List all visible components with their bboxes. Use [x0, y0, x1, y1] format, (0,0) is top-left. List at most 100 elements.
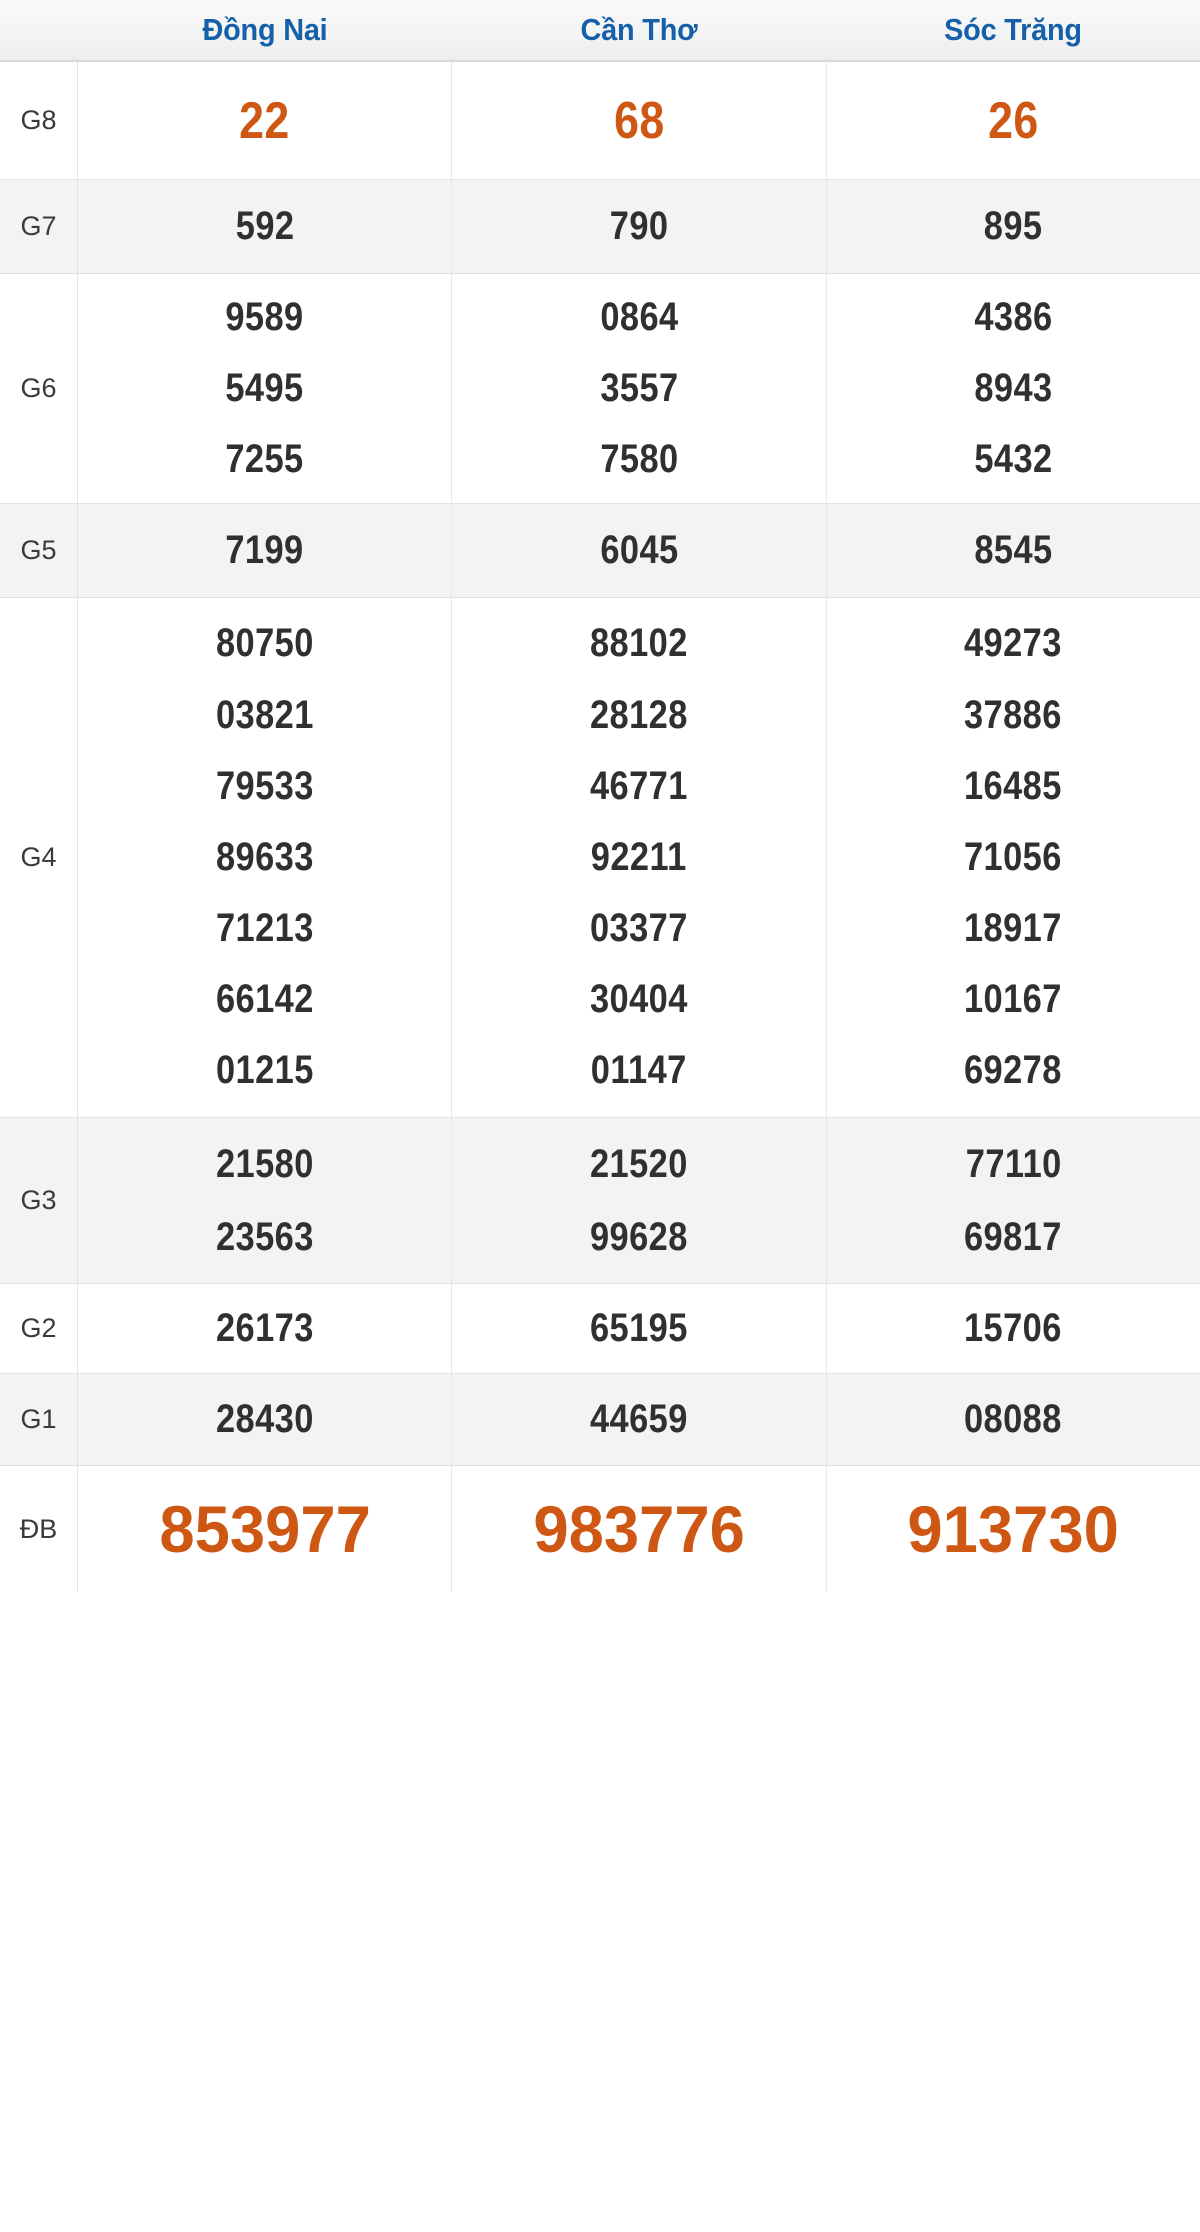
lottery-number: 983776 — [533, 1492, 745, 1566]
prize-row-g1: G1 28430 44659 08088 — [0, 1374, 1200, 1466]
lottery-number: 913730 — [907, 1492, 1120, 1566]
column-header-province-1[interactable]: Đồng Nai — [91, 0, 439, 60]
lottery-number: 37886 — [964, 692, 1063, 737]
prize-cell-g1-col2: 44659 — [452, 1374, 827, 1465]
prize-cell-g2-col3: 15706 — [827, 1284, 1200, 1373]
lottery-number: 46771 — [590, 763, 688, 808]
lottery-number: 49273 — [964, 621, 1063, 666]
lottery-number: 71213 — [215, 906, 314, 951]
lottery-number: 21520 — [590, 1141, 688, 1186]
prize-label-g5: G5 — [0, 504, 78, 597]
prize-row-g7: G7 592 790 895 — [0, 180, 1200, 274]
lottery-number: 65195 — [590, 1306, 688, 1351]
lottery-number: 7199 — [225, 528, 304, 573]
prize-cell-g1-col1: 28430 — [78, 1374, 453, 1465]
header-label-spacer — [0, 0, 78, 60]
column-header-province-2[interactable]: Cần Thơ — [465, 0, 813, 60]
lottery-number: 21580 — [215, 1141, 314, 1186]
prize-row-đb: ĐB 853977 983776 913730 — [0, 1466, 1200, 1592]
prize-label-g6: G6 — [0, 274, 78, 503]
lottery-number: 22 — [239, 91, 290, 150]
lottery-number: 03821 — [215, 692, 314, 737]
prize-label-g7: G7 — [0, 180, 78, 273]
prize-cell-g3-col1: 21580 23563 — [78, 1118, 453, 1283]
prize-row-g8: G8 22 68 26 — [0, 62, 1200, 180]
prize-row-g6: G6 9589 5495 7255 0864 3557 7580 4386 8943 5432 — [0, 274, 1200, 504]
lottery-number: 44659 — [590, 1397, 688, 1442]
lottery-number: 89633 — [215, 834, 314, 879]
lottery-number: 66142 — [215, 977, 314, 1022]
prize-cell-g8-col2: 68 — [452, 62, 827, 179]
lottery-number: 69278 — [964, 1048, 1063, 1093]
prize-label-g4: G4 — [0, 598, 78, 1117]
lottery-number: 68 — [613, 91, 665, 150]
prize-cell-g6-col1: 9589 5495 7255 — [78, 274, 453, 503]
prize-cell-g4-col3: 49273 37886 16485 71056 18917 10167 69278 — [827, 598, 1200, 1117]
lottery-number: 5495 — [225, 365, 304, 410]
lottery-number: 3557 — [599, 365, 679, 410]
prize-row-g5: G5 7199 6045 8545 — [0, 504, 1200, 598]
lottery-number: 28128 — [590, 692, 688, 737]
lottery-number: 4386 — [974, 294, 1053, 339]
lottery-number: 790 — [609, 204, 669, 249]
lottery-number: 99628 — [590, 1214, 688, 1259]
prize-cell-đb-col3: 913730 — [827, 1466, 1200, 1592]
column-header-province-3[interactable]: Sóc Trăng — [839, 0, 1187, 60]
prize-cell-g5-col3: 8545 — [827, 504, 1200, 597]
lottery-number: 10167 — [964, 977, 1063, 1022]
lottery-number: 0864 — [599, 294, 679, 339]
lottery-number: 9589 — [225, 294, 304, 339]
prize-row-g2: G2 26173 65195 15706 — [0, 1284, 1200, 1374]
lottery-number: 895 — [983, 204, 1043, 249]
lottery-number: 7255 — [225, 437, 304, 482]
prize-row-g4: G4 80750 03821 79533 89633 71213 66142 01215 881… — [0, 598, 1200, 1118]
lottery-number: 15706 — [964, 1306, 1063, 1351]
table-header-row: Đồng Nai Cần Thơ Sóc Trăng — [0, 0, 1200, 62]
prize-cell-g2-col1: 26173 — [78, 1284, 453, 1373]
lottery-number: 592 — [235, 204, 295, 249]
prize-cell-g1-col3: 08088 — [827, 1374, 1200, 1465]
prize-label-g1: G1 — [0, 1374, 78, 1465]
lottery-number: 69817 — [964, 1214, 1063, 1259]
prize-label-đb: ĐB — [0, 1466, 78, 1592]
lottery-number: 03377 — [590, 906, 688, 951]
prize-cell-g8-col3: 26 — [827, 62, 1200, 179]
table-body: G8 22 68 26 G7 592 790 895 G6 9589 5495 7255 0864 355… — [0, 62, 1200, 2232]
prize-row-g3: G3 21580 23563 21520 99628 77110 69817 — [0, 1118, 1200, 1284]
lottery-number: 26173 — [215, 1306, 314, 1351]
prize-cell-g6-col3: 4386 8943 5432 — [827, 274, 1200, 503]
prize-cell-g2-col2: 65195 — [452, 1284, 827, 1373]
lottery-number: 30404 — [590, 977, 688, 1022]
prize-cell-g3-col3: 77110 69817 — [827, 1118, 1200, 1283]
prize-cell-g3-col2: 21520 99628 — [452, 1118, 827, 1283]
lottery-number: 71056 — [964, 834, 1063, 879]
lottery-number: 16485 — [964, 763, 1063, 808]
lottery-number: 01215 — [215, 1048, 314, 1093]
prize-cell-g7-col1: 592 — [78, 180, 453, 273]
lottery-number: 5432 — [974, 437, 1053, 482]
prize-cell-g8-col1: 22 — [78, 62, 453, 179]
prize-cell-đb-col2: 983776 — [452, 1466, 827, 1592]
prize-cell-g5-col1: 7199 — [78, 504, 453, 597]
lottery-number: 01147 — [591, 1048, 687, 1093]
prize-cell-đb-col1: 853977 — [78, 1466, 453, 1592]
prize-cell-g6-col2: 0864 3557 7580 — [452, 274, 827, 503]
lottery-results-table: Đồng Nai Cần Thơ Sóc Trăng G8 22 68 26 G7 592… — [0, 0, 1200, 2232]
prize-cell-g7-col2: 790 — [452, 180, 827, 273]
lottery-number: 6045 — [599, 528, 679, 573]
prize-cell-g4-col2: 88102 28128 46771 92211 03377 30404 01147 — [452, 598, 827, 1117]
prize-label-g8: G8 — [0, 62, 78, 179]
prize-cell-g4-col1: 80750 03821 79533 89633 71213 66142 01215 — [78, 598, 453, 1117]
lottery-number: 7580 — [599, 437, 679, 482]
prize-cell-g5-col2: 6045 — [452, 504, 827, 597]
lottery-number: 8943 — [974, 365, 1053, 410]
lottery-number: 08088 — [964, 1397, 1063, 1442]
prize-label-g2: G2 — [0, 1284, 78, 1373]
lottery-number: 80750 — [215, 621, 314, 666]
lottery-number: 88102 — [590, 621, 688, 666]
lottery-number: 18917 — [964, 906, 1063, 951]
lottery-number: 28430 — [215, 1397, 314, 1442]
lottery-number: 79533 — [215, 763, 314, 808]
lottery-number: 8545 — [974, 528, 1053, 573]
lottery-number: 853977 — [158, 1492, 371, 1566]
